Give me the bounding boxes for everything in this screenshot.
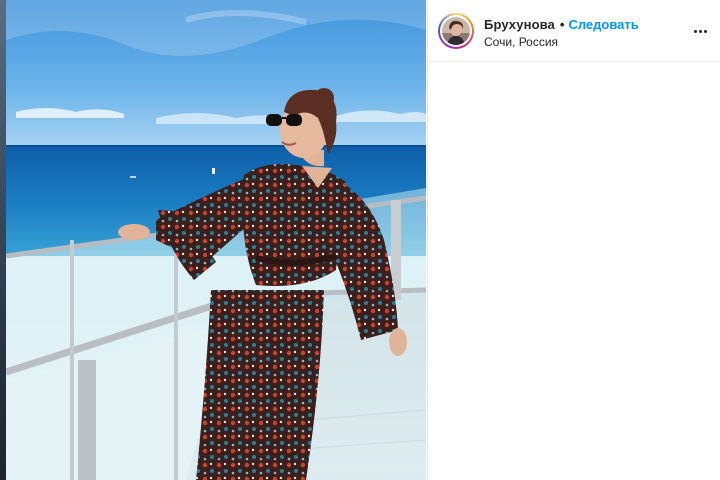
post-photo-image <box>6 0 426 480</box>
more-dot <box>693 29 697 33</box>
post-header-line: Брухунова • Следовать <box>484 15 639 33</box>
avatar[interactable] <box>438 13 474 49</box>
separator-dot: • <box>559 16 565 32</box>
more-dot <box>703 29 707 33</box>
post-header: Брухунова • Следовать Сочи, Россия <box>428 0 720 62</box>
location-link[interactable]: Сочи, Россия <box>484 35 639 49</box>
post-header-meta: Брухунова • Следовать Сочи, Россия <box>484 15 639 50</box>
profile-avatar <box>442 17 470 45</box>
more-options-icon[interactable] <box>691 22 709 40</box>
username-link[interactable]: Брухунова <box>484 17 555 32</box>
more-dot <box>698 29 702 33</box>
post-side-panel: Брухунова • Следовать Сочи, Россия <box>427 0 720 480</box>
avatar-border <box>440 15 472 47</box>
post-photo[interactable] <box>6 0 426 480</box>
follow-button[interactable]: Следовать <box>568 17 638 32</box>
